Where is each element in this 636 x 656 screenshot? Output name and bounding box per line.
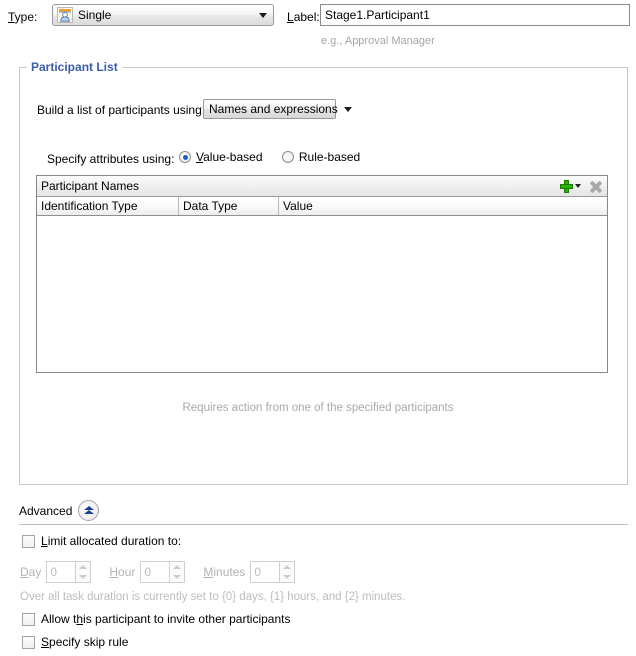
radio-value-based-indicator — [179, 151, 191, 163]
requires-action-note: Requires action from one of the specifie… — [182, 402, 454, 414]
label-label-mnemonic: L — [287, 10, 294, 24]
skip-rule-label-post: pecify skip rule — [49, 635, 129, 649]
hour-decrement-button[interactable] — [170, 572, 184, 582]
minutes-input[interactable]: 0 — [250, 561, 281, 583]
specify-attributes-label: Specify attributes using: — [47, 152, 175, 166]
hour-mnemonic: H — [109, 565, 119, 579]
type-combo-value: Single — [78, 8, 112, 22]
skip-rule-label: Specify skip rule — [41, 635, 128, 649]
hour-increment-button[interactable] — [170, 562, 184, 572]
type-label-mnemonic: T — [8, 10, 15, 24]
advanced-collapse-toggle[interactable] — [78, 500, 100, 521]
day-label: Day — [20, 565, 42, 579]
add-participant-button[interactable] — [560, 177, 581, 195]
chevron-down-icon — [259, 12, 267, 18]
column-header-value[interactable]: Value — [279, 197, 607, 215]
type-combo-box[interactable]: Single — [52, 4, 274, 26]
radio-value-based[interactable]: Value-based — [179, 150, 263, 164]
hour-stepper-buttons[interactable] — [170, 561, 186, 583]
advanced-divider — [19, 524, 628, 525]
advanced-label: Advanced — [19, 503, 73, 518]
radio-rule-based-label: Rule-based — [298, 150, 361, 164]
arrow-down-icon — [79, 575, 88, 579]
participant-names-toolbar: Participant Names — [37, 176, 607, 197]
hour-label: Hour — [109, 565, 136, 579]
collapse-chevron-up-icon — [83, 506, 94, 515]
day-stepper[interactable]: 0 — [46, 561, 92, 583]
limit-duration-checkbox[interactable] — [22, 534, 35, 548]
arrow-up-icon — [79, 565, 88, 569]
build-list-label: Build a list of participants using: — [37, 103, 206, 117]
radio-rule-based-indicator — [281, 151, 294, 163]
type-combo-arrow[interactable] — [253, 5, 273, 25]
participant-names-column-headers: Identification Type Data Type Value — [37, 197, 607, 216]
delete-participant-button[interactable] — [581, 177, 604, 195]
hour-stepper[interactable]: 0 — [140, 561, 186, 583]
day-mnemonic: D — [20, 565, 29, 579]
minutes-increment-button[interactable] — [280, 562, 294, 572]
allow-invite-label: Allow this participant to invite other p… — [41, 612, 290, 626]
delete-x-icon — [589, 180, 602, 193]
column-header-identification-type[interactable]: Identification Type — [37, 197, 179, 215]
limit-duration-label: Limit allocated duration to: — [41, 534, 182, 548]
build-list-combo-box[interactable]: Names and expressions — [203, 99, 352, 119]
radio-value-based-label: Value-based — [196, 150, 263, 164]
arrow-up-icon — [283, 565, 292, 569]
hour-input[interactable]: 0 — [140, 561, 171, 583]
arrow-up-icon — [173, 565, 182, 569]
label-hint-text: e.g., Approval Manager — [321, 35, 435, 47]
radio-rule-based[interactable]: Rule-based — [281, 150, 361, 164]
type-label-rest: ype: — [14, 10, 38, 24]
minutes-stepper-buttons[interactable] — [280, 561, 296, 583]
minutes-mnemonic: M — [203, 565, 214, 579]
arrow-down-icon — [173, 575, 182, 579]
minutes-stepper[interactable]: 0 — [250, 561, 296, 583]
allow-invite-label-pre: Allow t — [41, 612, 77, 626]
day-stepper-buttons[interactable] — [76, 561, 92, 583]
label-field-label: Label: — [287, 10, 320, 24]
label-input[interactable] — [320, 4, 630, 26]
chevron-down-icon — [343, 106, 352, 112]
limit-duration-checkbox-row[interactable]: Limit allocated duration to: — [22, 534, 181, 548]
label-label-rest: abel: — [293, 10, 320, 24]
allow-invite-checkbox[interactable] — [22, 612, 35, 626]
day-input[interactable]: 0 — [46, 561, 77, 583]
allow-invite-label-post: is participant to invite other participa… — [83, 612, 291, 626]
advanced-section-header: Advanced — [19, 500, 100, 521]
build-list-combo-arrow[interactable] — [338, 99, 358, 119]
allow-invite-checkbox-row[interactable]: Allow this participant to invite other p… — [22, 612, 290, 626]
duration-spinner-row: Day 0 Hour 0 Minutes 0 — [20, 561, 313, 583]
add-plus-icon — [560, 179, 573, 193]
single-participant-icon — [57, 7, 73, 23]
limit-duration-mnemonic: L — [41, 534, 48, 548]
column-header-data-type[interactable]: Data Type — [179, 197, 279, 215]
build-list-combo-value: Names and expressions — [209, 102, 338, 116]
arrow-down-icon — [283, 575, 292, 579]
skip-rule-checkbox-row[interactable]: Specify skip rule — [22, 635, 128, 649]
day-decrement-button[interactable] — [76, 572, 90, 582]
participant-names-table-panel: Participant Names Identification Type Da… — [36, 175, 608, 373]
day-increment-button[interactable] — [76, 562, 90, 572]
participant-names-toolbar-title: Participant Names — [41, 179, 140, 193]
skip-rule-mnemonic: S — [41, 635, 50, 649]
type-label: Type: — [8, 10, 37, 24]
skip-rule-checkbox[interactable] — [22, 635, 35, 649]
minutes-label: Minutes — [203, 565, 246, 579]
minutes-decrement-button[interactable] — [280, 572, 294, 582]
type-and-label-row: Type: Single Label: e.g., Approval Manag… — [0, 0, 636, 54]
duration-summary-note: Over all task duration is currently set … — [20, 591, 406, 603]
radio-value-based-mnemonic: V — [196, 150, 204, 164]
participant-list-title: Participant List — [27, 60, 122, 74]
specify-attributes-radio-group: Value-based Rule-based — [179, 150, 376, 164]
participant-names-table-body[interactable] — [37, 216, 607, 372]
